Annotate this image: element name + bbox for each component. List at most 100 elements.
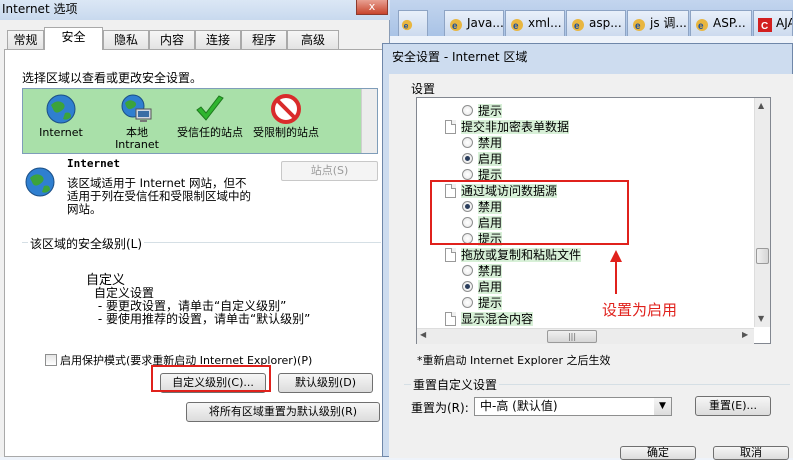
reset-group-label: 重置自定义设置 — [411, 376, 500, 393]
browser-tab[interactable]: e ASP... — [690, 10, 752, 36]
tab-advanced[interactable]: 高级 — [287, 30, 339, 49]
scrollbar-thumb[interactable] — [756, 248, 769, 264]
option-enable[interactable]: 启用 — [462, 280, 503, 295]
reset-level-value: 中-高 (默认值) — [480, 399, 558, 413]
restart-note: *重新启动 Internet Explorer 之后生效 — [417, 354, 611, 367]
tab-connections[interactable]: 连接 — [195, 30, 241, 49]
radio-button[interactable] — [462, 281, 473, 292]
svg-text:e: e — [513, 21, 519, 32]
window-title: Internet 选项 — [0, 0, 390, 20]
tab-security[interactable]: 安全 — [44, 27, 103, 50]
zone-label: 本地 Intranet — [115, 126, 159, 151]
option-label: 提示 — [478, 296, 503, 310]
scroll-left-icon[interactable]: ◀ — [420, 330, 426, 339]
scroll-right-icon[interactable]: ▶ — [742, 330, 748, 339]
zone-internet[interactable]: Internet — [29, 89, 93, 155]
zone-label: Internet — [39, 126, 83, 139]
highlight-box — [151, 365, 271, 392]
browser-tab-strip: e e Java... e xml... e asp... e js 调... … — [390, 0, 793, 36]
zone-label: 受限制的站点 — [253, 126, 319, 139]
svg-text:e: e — [574, 21, 580, 32]
setting-header: 显示混合内容 — [445, 312, 534, 327]
browser-tab[interactable]: e xml... — [505, 10, 565, 36]
reset-button[interactable]: 重置(E)... — [695, 396, 771, 416]
browser-tab[interactable]: e Java... — [444, 10, 504, 36]
zone-description-title: Internet — [67, 157, 120, 170]
globe-icon — [25, 167, 55, 197]
option-label: 禁用 — [478, 264, 503, 278]
browser-tab-label: js 调... — [650, 16, 687, 30]
browser-tab-label: AJA — [776, 16, 792, 30]
scrollbar-thumb[interactable]: ||| — [547, 330, 597, 343]
browser-tab-label: Java... — [467, 16, 504, 30]
document-icon — [445, 248, 456, 262]
ie-icon: e — [571, 16, 585, 32]
radio-button[interactable] — [462, 137, 473, 148]
svg-text:e: e — [698, 21, 704, 32]
sites-button[interactable]: 站点(S) — [281, 161, 378, 181]
document-icon — [445, 120, 456, 134]
restricted-icon — [271, 94, 301, 124]
ok-button[interactable]: 确定 — [620, 446, 696, 460]
radio-button[interactable] — [462, 297, 473, 308]
cancel-button[interactable]: 取消 — [713, 446, 789, 460]
settings-group-label: 设置 — [411, 82, 436, 96]
option-label: 提示 — [478, 104, 503, 118]
ie-icon: e — [510, 16, 524, 32]
tab-privacy[interactable]: 隐私 — [103, 30, 149, 49]
browser-tab[interactable]: C AJA — [753, 10, 793, 36]
zone-local-intranet[interactable]: 本地 Intranet — [105, 89, 169, 155]
ie-icon: e — [632, 16, 646, 32]
tab-general[interactable]: 常规 — [7, 30, 44, 49]
zone-instruction: 选择区域以查看或更改安全设置。 — [22, 71, 203, 85]
globe-icon — [46, 94, 76, 124]
radio-button[interactable] — [462, 153, 473, 164]
option-disable[interactable]: 禁用 — [462, 136, 503, 151]
option-enable[interactable]: 启用 — [462, 152, 503, 167]
tab-content[interactable]: 内容 — [149, 30, 195, 49]
radio-button[interactable] — [462, 169, 473, 180]
tab-programs[interactable]: 程序 — [241, 30, 287, 49]
highlight-box — [430, 180, 629, 245]
reset-level-select[interactable]: 中-高 (默认值) ▼ — [474, 397, 672, 416]
scroll-down-icon[interactable]: ▼ — [758, 314, 764, 323]
option-disable[interactable]: 禁用 — [462, 264, 503, 279]
option-prompt[interactable]: 提示 — [462, 104, 503, 119]
scroll-up-icon[interactable]: ▲ — [758, 101, 764, 110]
reset-all-zones-button[interactable]: 将所有区域重置为默认级别(R) — [186, 402, 380, 422]
browser-tab-label: ASP... — [713, 16, 746, 30]
option-label: 禁用 — [478, 136, 503, 150]
zone-list[interactable]: Internet 本地 Intranet 受信任的站点 受限制的站点 — [22, 88, 378, 154]
zone-list-scrollbar[interactable] — [361, 89, 377, 153]
horizontal-scrollbar[interactable]: ◀ ||| ▶ — [417, 328, 754, 344]
zone-trusted-sites[interactable]: 受信任的站点 — [175, 89, 245, 155]
arrow-up-icon — [610, 250, 622, 294]
custom-level-description: 自定义设置 - 要更改设置，请单击“自定义级别” - 要使用推荐的设置，请单击“… — [94, 286, 311, 326]
browser-tab[interactable]: e js 调... — [627, 10, 689, 36]
svg-text:e: e — [404, 20, 409, 30]
ie-icon: e — [401, 16, 415, 30]
dialog-title: 安全设置 - Internet 区域 — [392, 50, 528, 64]
svg-text:e: e — [452, 21, 458, 32]
protected-mode-checkbox[interactable] — [45, 354, 57, 366]
browser-tab[interactable]: e asp... — [566, 10, 626, 36]
intranet-icon — [121, 94, 152, 122]
option-label: 启用 — [478, 152, 503, 166]
svg-text:C: C — [761, 21, 768, 32]
ie-icon: e — [449, 16, 463, 32]
radio-button[interactable] — [462, 105, 473, 116]
default-level-button[interactable]: 默认级别(D) — [278, 373, 373, 393]
chevron-down-icon[interactable]: ▼ — [654, 398, 671, 415]
setting-header-label: 提交非加密表单数据 — [461, 120, 570, 134]
zone-restricted-sites[interactable]: 受限制的站点 — [251, 89, 321, 155]
option-prompt[interactable]: 提示 — [462, 296, 503, 311]
browser-tab-label: asp... — [589, 16, 622, 30]
document-icon — [445, 312, 456, 326]
vertical-scrollbar[interactable]: ▲ ▼ — [754, 98, 770, 327]
zone-label: 受信任的站点 — [177, 126, 243, 139]
browser-tab-label: xml... — [528, 16, 562, 30]
radio-button[interactable] — [462, 265, 473, 276]
ie-icon: e — [695, 16, 709, 32]
browser-tab[interactable]: e — [398, 10, 428, 36]
close-button[interactable]: x — [356, 0, 388, 15]
